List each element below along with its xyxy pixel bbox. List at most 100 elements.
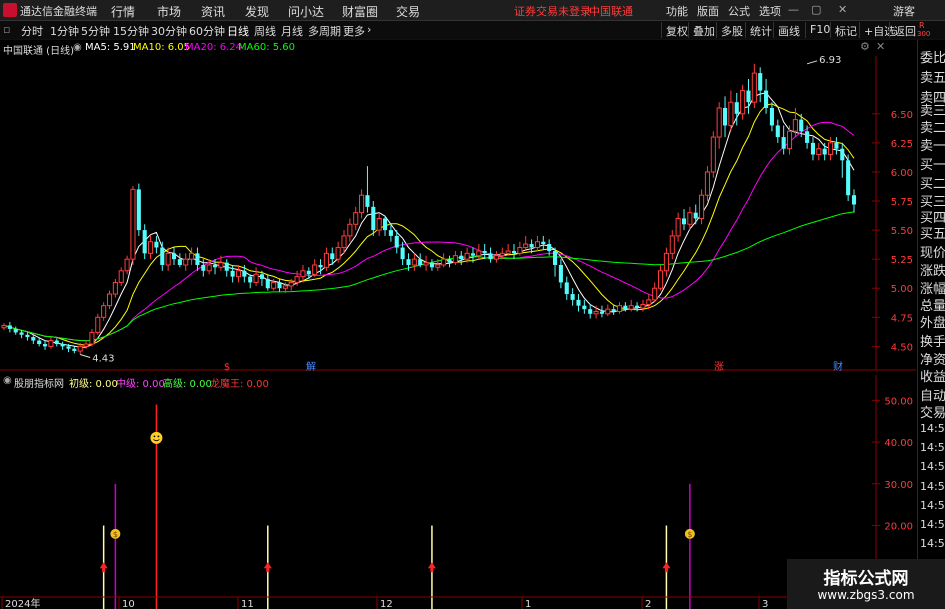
candle xyxy=(312,259,318,277)
candle-body xyxy=(183,258,189,266)
annotation-high: 6.93 xyxy=(819,55,841,66)
candle-body xyxy=(130,188,136,260)
quote-buy1[interactable]: 买一 xyxy=(920,154,945,173)
period-5min[interactable]: 5分钟 xyxy=(81,23,110,39)
minimize-icon[interactable]: — xyxy=(788,3,799,16)
chart-close-icon[interactable]: ✕ xyxy=(876,40,885,53)
quote-buy5[interactable]: 买五 xyxy=(920,223,945,242)
quote-turnover[interactable]: 换手 xyxy=(920,331,945,350)
indicator-name[interactable]: 股朋指标网 xyxy=(14,375,64,390)
indicator-gaoji: 高级: 0.00 xyxy=(163,379,212,390)
menu-caifuquan[interactable]: 财富圈 xyxy=(342,3,378,20)
candle xyxy=(353,206,359,231)
btn-biaoji[interactable]: 标记 xyxy=(830,22,861,38)
btn-fanhui[interactable]: 返回 xyxy=(889,22,920,38)
auto-trade-line2[interactable]: 交易 xyxy=(920,402,945,421)
candle-body xyxy=(248,276,253,283)
quote-outer[interactable]: 外盘 xyxy=(920,312,945,331)
trade-time: 14:56 xyxy=(920,422,945,435)
collapse-icon[interactable]: ▫ xyxy=(3,23,10,36)
period-1min[interactable]: 1分钟 xyxy=(50,23,79,39)
quote-buy2[interactable]: 买二 xyxy=(920,173,945,192)
period-multi[interactable]: 多周期 xyxy=(308,23,341,39)
ma10-label: MA10: 6.05 xyxy=(133,42,191,53)
candle-body xyxy=(781,137,786,149)
candle xyxy=(95,313,101,335)
candle-body xyxy=(411,258,417,266)
candle xyxy=(42,340,48,350)
menu-gongneng[interactable]: 功能 xyxy=(666,3,688,19)
price-tick-label: 6.50 xyxy=(891,110,913,121)
candle-body xyxy=(195,253,200,265)
close-icon[interactable]: ✕ xyxy=(838,3,847,16)
btn-huaxian[interactable]: 画线 xyxy=(773,22,804,38)
watermark-title: 指标公式网 xyxy=(823,569,909,589)
period-monthly[interactable]: 月线 xyxy=(281,23,303,39)
period-15min[interactable]: 15分钟 xyxy=(113,23,149,39)
period-weekly[interactable]: 周线 xyxy=(254,23,276,39)
restore-icon[interactable]: ▢ xyxy=(811,3,821,16)
settings-circle-icon[interactable]: ◉ xyxy=(73,42,82,53)
trade-time: 14:56 xyxy=(920,460,945,473)
quote-change[interactable]: 涨跌 xyxy=(920,260,945,279)
indicator-tick-label: 20.00 xyxy=(884,522,913,533)
more-arrow-icon[interactable]: › xyxy=(367,23,371,36)
candle xyxy=(558,259,563,289)
btn-diejia[interactable]: 叠加 xyxy=(688,22,719,38)
quote-sell5[interactable]: 卖五 xyxy=(920,67,945,86)
guest-label[interactable]: 游客 xyxy=(893,3,915,19)
period-fenshi[interactable]: 分时 xyxy=(21,23,43,39)
chart-settings-icon[interactable]: ⚙ xyxy=(860,40,870,53)
login-warning[interactable]: 证券交易未登录 xyxy=(514,3,591,19)
chart-area[interactable]: 6.50 6.25 6.00 5.75 5.50 5.25 5.00 4.75 4.50 6.9… xyxy=(0,40,916,609)
candle xyxy=(710,131,716,178)
period-60min[interactable]: 60分钟 xyxy=(189,23,225,39)
candle-body xyxy=(271,281,277,289)
quote-price[interactable]: 现价 xyxy=(920,242,945,261)
candle-body xyxy=(699,194,705,219)
candle xyxy=(235,264,242,283)
quote-sell1[interactable]: 卖一 xyxy=(920,135,945,154)
candle-body xyxy=(60,344,65,347)
period-daily[interactable]: 日线 xyxy=(227,23,249,39)
menu-gongshi[interactable]: 公式 xyxy=(728,3,750,19)
candle-body xyxy=(171,253,177,260)
quote-panel: 委比 卖五 卖四 卖三 卖二 卖一 买一 买二 买三 买四 买五 现价 涨跌 涨… xyxy=(917,40,945,609)
candle-body xyxy=(822,148,827,155)
indicator-tick-label: 50.00 xyxy=(884,396,913,407)
candle xyxy=(106,290,113,310)
period-30min[interactable]: 30分钟 xyxy=(151,23,187,39)
candle xyxy=(751,63,757,108)
menu-xuanxiang[interactable]: 选项 xyxy=(759,3,781,19)
candle-body xyxy=(792,119,798,132)
btn-tongji[interactable]: 统计 xyxy=(745,22,776,38)
r-value: 300 xyxy=(917,30,931,38)
x-axis: 2024年 10 11 12 1 2 3 xyxy=(0,596,916,609)
menu-banmian[interactable]: 版面 xyxy=(697,3,719,19)
candle-body xyxy=(300,270,306,278)
period-more[interactable]: 更多 xyxy=(343,23,365,39)
quote-earnings[interactable]: 收益 xyxy=(920,366,945,385)
btn-duogu[interactable]: 多股 xyxy=(716,22,747,38)
price-tick-label: 4.75 xyxy=(891,313,913,324)
candle-body xyxy=(371,206,376,231)
quote-weibi[interactable]: 委比 xyxy=(920,47,945,66)
candle xyxy=(564,276,569,300)
candle-body xyxy=(704,171,710,196)
menu-wenxiaoda[interactable]: 问小达 xyxy=(288,3,324,20)
candle-body xyxy=(687,212,693,225)
candle-body xyxy=(365,195,370,207)
event-marker: $ xyxy=(224,362,230,373)
menu-hangqing[interactable]: 行情 xyxy=(111,3,135,20)
annotation-leader xyxy=(806,60,818,65)
stock-title[interactable]: 中国联通 (日线) xyxy=(3,42,74,57)
menu-faxian[interactable]: 发现 xyxy=(245,3,269,20)
candle-body xyxy=(846,160,851,196)
menu-zixun[interactable]: 资讯 xyxy=(201,3,225,20)
menu-jiaoyi[interactable]: 交易 xyxy=(396,3,420,20)
indicator-settings-icon[interactable]: ◉ xyxy=(3,375,12,386)
candle-body xyxy=(810,142,816,155)
x-tick-label: 10 xyxy=(122,599,135,609)
quote-sell2[interactable]: 卖二 xyxy=(920,117,945,136)
menu-shichang[interactable]: 市场 xyxy=(157,3,181,20)
